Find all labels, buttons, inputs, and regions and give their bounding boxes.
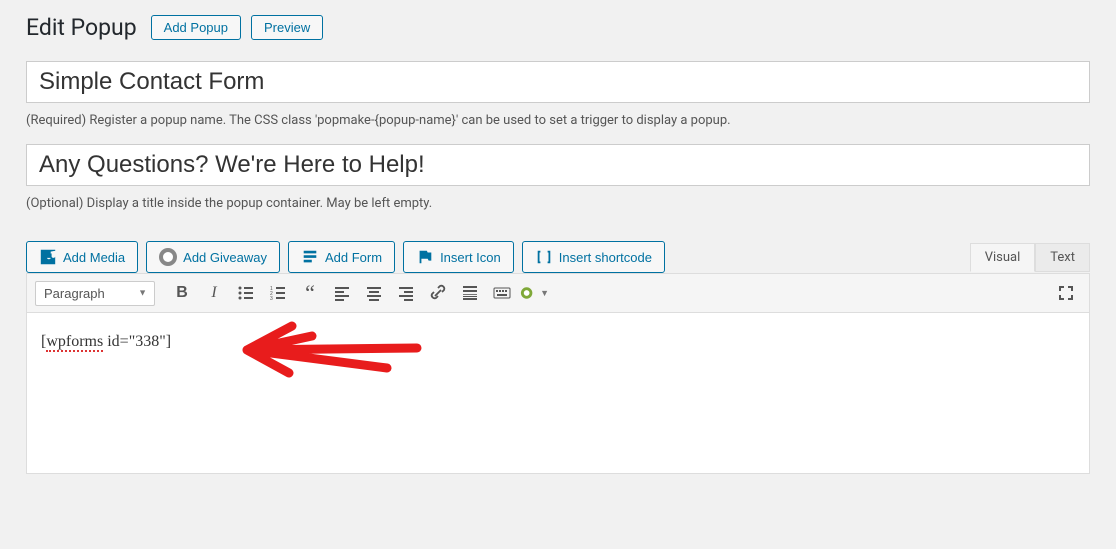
popup-name-input[interactable] xyxy=(26,61,1090,103)
insert-icon-button[interactable]: Insert Icon xyxy=(403,241,514,273)
svg-text:3: 3 xyxy=(270,296,273,302)
quote-icon: “ xyxy=(305,280,315,306)
fullscreen-icon xyxy=(1056,283,1076,303)
add-giveaway-button[interactable]: Add Giveaway xyxy=(146,241,280,273)
editor-content-text: [wpforms id="338"] xyxy=(41,333,171,352)
editor-toolbar: Paragraph B I 123 “ ▼ xyxy=(27,274,1089,313)
align-left-button[interactable] xyxy=(327,278,357,308)
align-right-button[interactable] xyxy=(391,278,421,308)
toolbar-toggle-button[interactable] xyxy=(487,278,517,308)
bold-icon: B xyxy=(176,284,188,302)
fullscreen-button[interactable] xyxy=(1051,278,1081,308)
editor-container: Paragraph B I 123 “ ▼ xyxy=(26,273,1090,474)
paragraph-format-select[interactable]: Paragraph xyxy=(35,281,155,306)
popup-title-help-text: (Optional) Display a title inside the po… xyxy=(26,196,1090,211)
italic-button[interactable]: I xyxy=(199,278,229,308)
blockquote-button[interactable]: “ xyxy=(295,278,325,308)
keyboard-icon xyxy=(492,283,512,303)
add-popup-button[interactable]: Add Popup xyxy=(151,15,241,40)
insert-shortcode-button[interactable]: Insert shortcode xyxy=(522,241,665,273)
read-more-button[interactable] xyxy=(455,278,485,308)
popup-name-help-text: (Required) Register a popup name. The CS… xyxy=(26,113,1090,128)
giveaway-icon xyxy=(159,248,177,266)
bullet-list-icon xyxy=(236,283,256,303)
align-left-icon xyxy=(332,283,352,303)
italic-icon: I xyxy=(211,284,216,302)
numbered-list-icon: 123 xyxy=(268,283,288,303)
emblem-icon xyxy=(519,283,538,303)
bold-button[interactable]: B xyxy=(167,278,197,308)
add-media-label: Add Media xyxy=(63,250,125,265)
preview-button[interactable]: Preview xyxy=(251,15,323,40)
tab-visual[interactable]: Visual xyxy=(970,243,1036,272)
add-media-button[interactable]: Add Media xyxy=(26,241,138,273)
add-form-button[interactable]: Add Form xyxy=(288,241,395,273)
camera-music-icon xyxy=(39,248,57,266)
editor-content-area[interactable]: [wpforms id="338"] xyxy=(27,313,1089,473)
align-center-icon xyxy=(364,283,384,303)
chevron-down-icon: ▼ xyxy=(540,288,549,298)
brackets-icon xyxy=(535,248,553,266)
link-icon xyxy=(428,283,448,303)
align-right-icon xyxy=(396,283,416,303)
popup-title-input[interactable] xyxy=(26,144,1090,186)
read-more-icon xyxy=(460,283,480,303)
tab-text[interactable]: Text xyxy=(1035,243,1090,272)
flag-icon xyxy=(416,248,434,266)
bullet-list-button[interactable] xyxy=(231,278,261,308)
add-form-label: Add Form xyxy=(325,250,382,265)
add-giveaway-label: Add Giveaway xyxy=(183,250,267,265)
shortcodes-dropdown-button[interactable]: ▼ xyxy=(519,278,549,308)
link-button[interactable] xyxy=(423,278,453,308)
align-center-button[interactable] xyxy=(359,278,389,308)
insert-icon-label: Insert Icon xyxy=(440,250,501,265)
arrow-annotation xyxy=(237,318,427,398)
numbered-list-button[interactable]: 123 xyxy=(263,278,293,308)
insert-shortcode-label: Insert shortcode xyxy=(559,250,652,265)
form-icon xyxy=(301,248,319,266)
page-title: Edit Popup xyxy=(26,14,141,41)
